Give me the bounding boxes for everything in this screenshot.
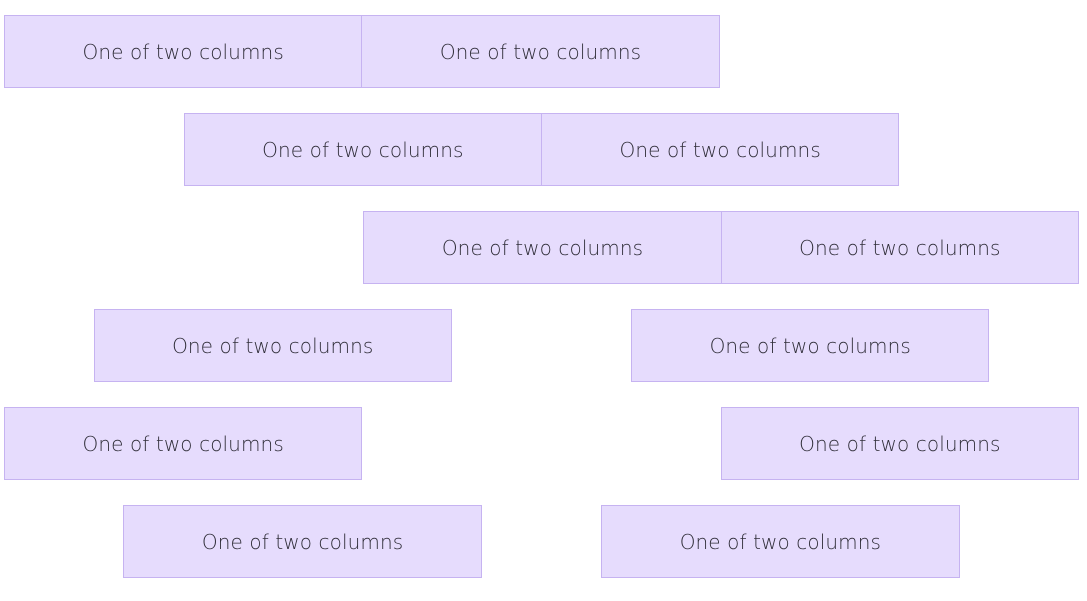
column-box: One of two columns [631, 309, 990, 382]
column-box: One of two columns [93, 309, 452, 382]
column-box: One of two columns [361, 15, 720, 88]
column-box: One of two columns [541, 113, 900, 186]
row-justify-between: One of two columns One of two columns [4, 407, 1079, 480]
column-box: One of two columns [720, 407, 1079, 480]
row-justify-evenly: One of two columns One of two columns [4, 505, 1079, 578]
row-justify-center: One of two columns One of two columns [4, 113, 1079, 186]
column-box: One of two columns [123, 505, 482, 578]
column-box: One of two columns [363, 211, 722, 284]
grid-demo-page: One of two columns One of two columns On… [0, 0, 1087, 601]
column-box: One of two columns [4, 15, 363, 88]
column-box: One of two columns [601, 505, 960, 578]
column-box: One of two columns [4, 407, 363, 480]
column-box: One of two columns [720, 211, 1079, 284]
row-justify-around: One of two columns One of two columns [4, 309, 1079, 382]
row-justify-end: One of two columns One of two columns [4, 211, 1079, 284]
row-justify-start: One of two columns One of two columns [4, 15, 1079, 88]
column-box: One of two columns [183, 113, 542, 186]
